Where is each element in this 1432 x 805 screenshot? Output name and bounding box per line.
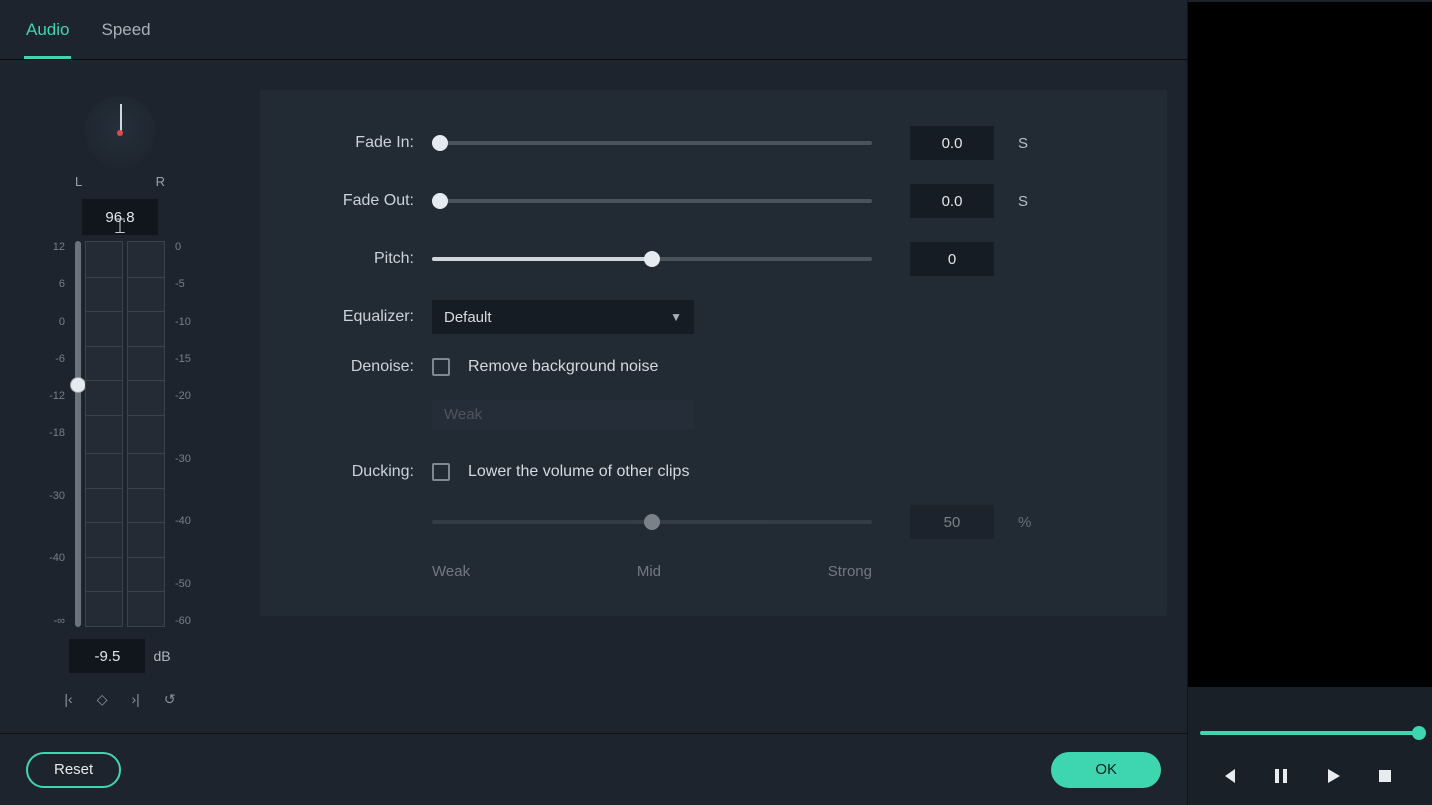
fade-in-label: Fade In:	[296, 134, 414, 152]
keyframe-reset-icon[interactable]: ↺	[164, 691, 176, 708]
equalizer-select[interactable]: Default ▼	[432, 300, 694, 334]
chevron-down-icon: ▼	[670, 310, 682, 324]
pan-needle-icon	[120, 104, 122, 132]
meter-scale-left	[85, 241, 123, 627]
pitch-label: Pitch:	[296, 250, 414, 268]
pitch-value[interactable]: 0	[910, 242, 994, 276]
fade-in-slider[interactable]	[432, 141, 872, 145]
volume-meter: 12 6 0 -6 -12 -18 -30 -40 -∞	[35, 241, 205, 627]
keyframe-controls: |‹ ◇ ›| ↺	[64, 691, 175, 708]
fade-out-label: Fade Out:	[296, 192, 414, 210]
pan-l-label: L	[75, 174, 82, 189]
meter-left-ticks: 12 6 0 -6 -12 -18 -30 -40 -∞	[35, 241, 65, 627]
pause-button[interactable]	[1270, 765, 1292, 787]
equalizer-label: Equalizer:	[296, 308, 414, 326]
ducking-label: Ducking:	[296, 463, 414, 481]
ducking-mark-mid: Mid	[637, 563, 661, 580]
pitch-slider[interactable]	[432, 257, 872, 261]
volume-slider[interactable]	[75, 241, 81, 627]
ducking-mark-strong: Strong	[828, 563, 872, 580]
video-preview	[1188, 2, 1432, 687]
tab-speed[interactable]: Speed	[99, 14, 152, 59]
keyframe-next-icon[interactable]: ›|	[132, 691, 140, 708]
equalizer-selected-text: Default	[444, 309, 492, 326]
fade-out-value[interactable]: 0.0	[910, 184, 994, 218]
ducking-checkbox[interactable]	[432, 463, 450, 481]
fade-out-handle[interactable]	[432, 193, 448, 209]
footer: Reset OK	[0, 733, 1187, 805]
pan-value-input[interactable]: 96.8 𝙸	[82, 199, 158, 235]
fade-out-slider[interactable]	[432, 199, 872, 203]
reset-button[interactable]: Reset	[26, 752, 121, 788]
db-unit-label: dB	[153, 648, 170, 664]
fade-in-value[interactable]: 0.0	[910, 126, 994, 160]
ducking-handle	[644, 514, 660, 530]
meter-scale-right	[127, 241, 165, 627]
fade-out-unit: S	[1018, 193, 1038, 210]
pan-dot-icon	[117, 130, 123, 136]
keyframe-add-icon[interactable]: ◇	[97, 691, 108, 708]
denoise-checkbox[interactable]	[432, 358, 450, 376]
db-value-input[interactable]: -9.5	[69, 639, 145, 673]
prev-frame-button[interactable]	[1218, 765, 1240, 787]
ducking-slider	[432, 520, 872, 524]
ok-button[interactable]: OK	[1051, 752, 1161, 788]
volume-slider-handle[interactable]	[70, 377, 86, 393]
pan-knob[interactable]	[84, 96, 156, 168]
play-button[interactable]	[1322, 765, 1344, 787]
denoise-label: Denoise:	[296, 358, 414, 376]
ducking-unit: %	[1018, 514, 1038, 531]
volume-column: L R 96.8 𝙸 12 6 0 -6 -12 -18	[20, 90, 220, 733]
ducking-mark-weak: Weak	[432, 563, 470, 580]
playhead-handle[interactable]	[1412, 726, 1426, 740]
keyframe-prev-icon[interactable]: |‹	[64, 691, 72, 708]
tabs: Audio Speed	[0, 0, 1187, 60]
fade-in-unit: S	[1018, 135, 1038, 152]
tab-audio[interactable]: Audio	[24, 14, 71, 59]
ducking-value: 50	[910, 505, 994, 539]
ducking-checkbox-label: Lower the volume of other clips	[468, 463, 689, 481]
playhead-slider[interactable]	[1200, 731, 1420, 735]
text-cursor-icon: 𝙸	[112, 213, 128, 239]
audio-settings-panel: Fade In: 0.0 S Fade Out: 0.0 S P	[260, 90, 1167, 616]
denoise-checkbox-label: Remove background noise	[468, 358, 658, 376]
pitch-handle[interactable]	[644, 251, 660, 267]
fade-in-handle[interactable]	[432, 135, 448, 151]
pan-r-label: R	[156, 174, 165, 189]
denoise-level-select: Weak	[432, 400, 694, 429]
meter-right-ticks: 0 -5 -10 -15 -20 -30 -40 -50 -60	[175, 241, 205, 627]
stop-button[interactable]	[1374, 765, 1396, 787]
preview-panel	[1188, 0, 1432, 805]
